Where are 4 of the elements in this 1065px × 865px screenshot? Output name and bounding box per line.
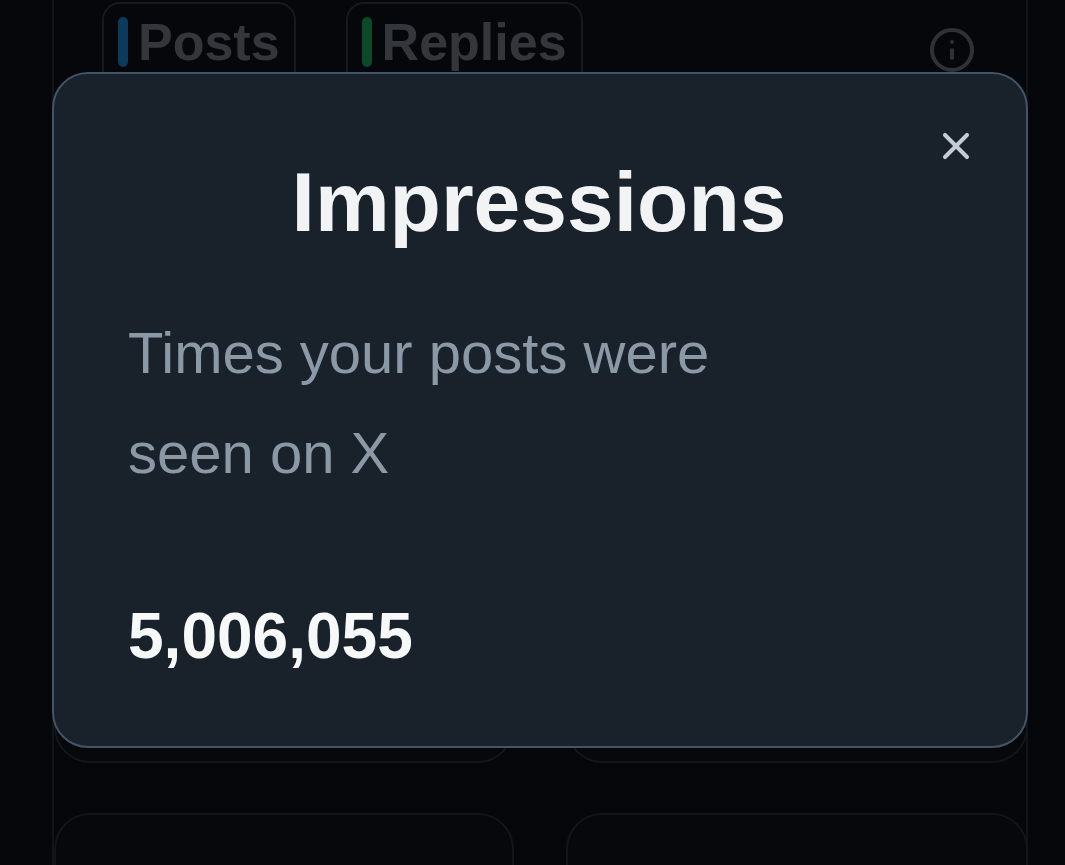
dialog-title: Impressions — [290, 154, 788, 251]
dialog-description: Times your posts were seen on X — [128, 318, 711, 487]
impressions-value: 5,006,055 — [128, 598, 414, 674]
info-icon[interactable] — [928, 26, 976, 74]
